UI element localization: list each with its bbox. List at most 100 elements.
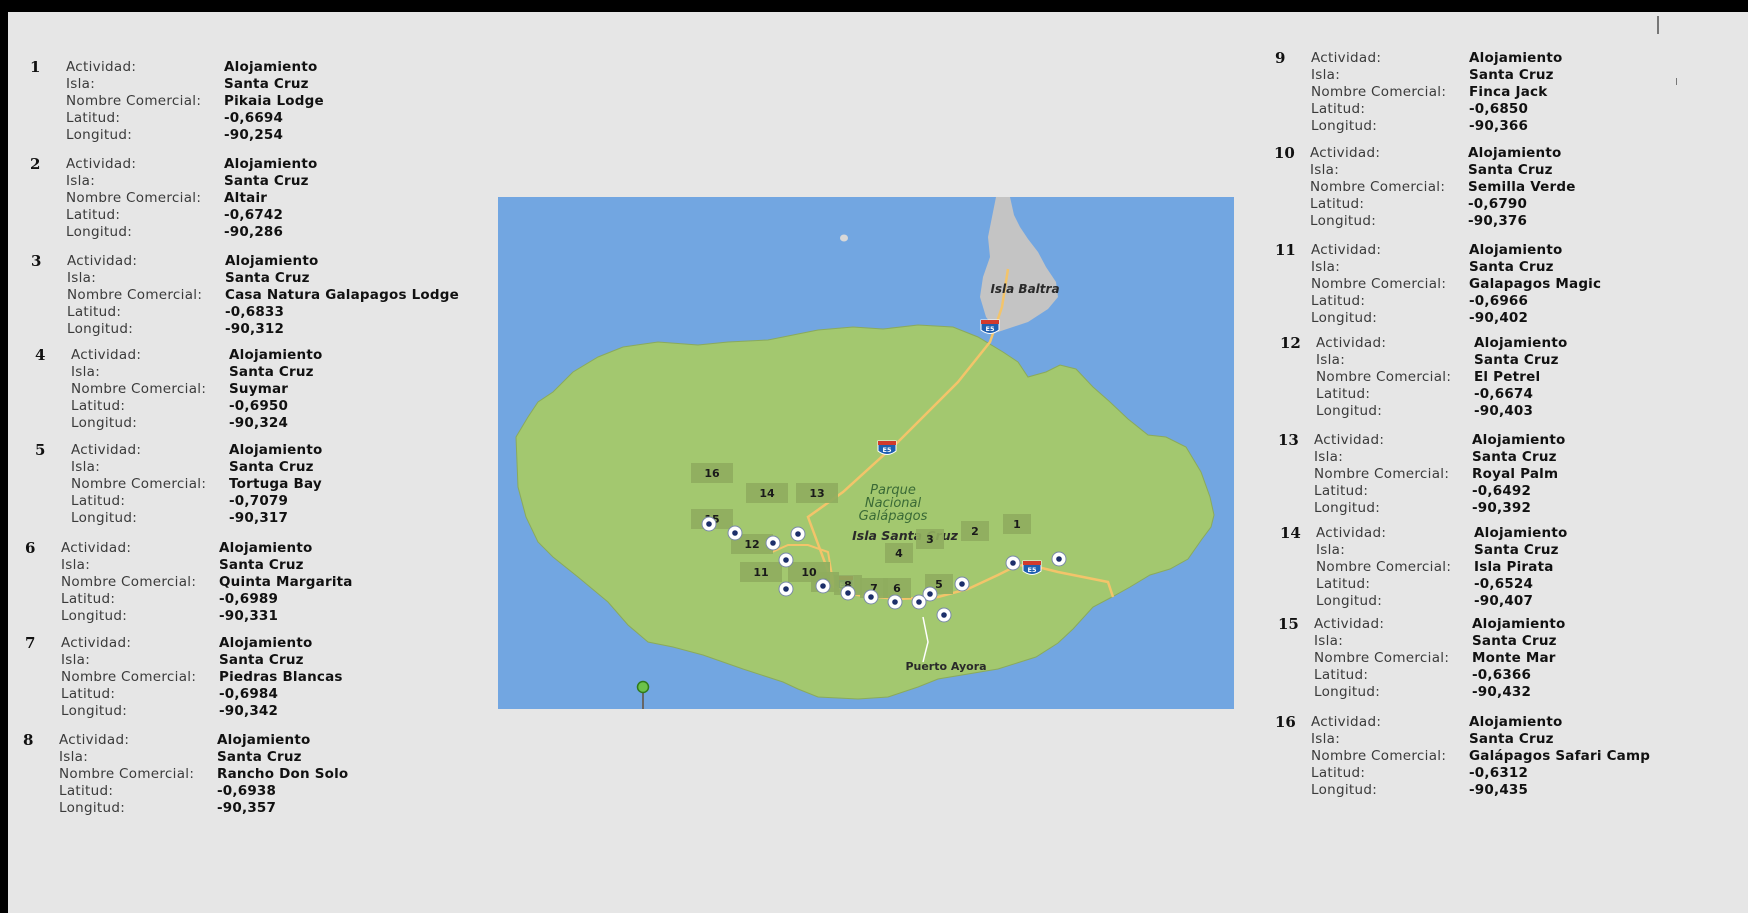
field-label-longitud: Longitud:: [71, 510, 138, 526]
map-marker-icon[interactable]: [765, 535, 781, 551]
field-value-actividad: Alojamiento: [1472, 616, 1566, 632]
map-label-14[interactable]: 14: [746, 483, 788, 503]
map-label-13[interactable]: 13: [796, 483, 838, 503]
field-row-nombre: Nombre Comercial: Rancho Don Solo: [59, 766, 348, 783]
place-card-6: 6 Actividad: Alojamiento Isla: Santa Cruz Nom…: [25, 539, 353, 625]
field-row-actividad: Actividad: Alojamiento: [1311, 242, 1601, 259]
place-card-9: 9 Actividad: Alojamiento Isla: Santa Cruz Nom…: [1275, 49, 1562, 135]
place-number: 11: [1275, 241, 1296, 259]
map[interactable]: E5 E5 E5 E5 Isla Baltra Parque Nacional …: [498, 197, 1234, 709]
map-label-1[interactable]: 1: [1003, 514, 1031, 534]
field-label-nombre: Nombre Comercial:: [61, 574, 197, 590]
field-value-isla: Santa Cruz: [217, 749, 302, 765]
place-number: 1: [30, 58, 41, 76]
field-value-longitud: -90,324: [229, 415, 289, 431]
map-marker-icon[interactable]: [954, 576, 970, 592]
place-number: 16: [1275, 713, 1296, 731]
field-value-isla: Santa Cruz: [1468, 162, 1553, 178]
map-marker-icon[interactable]: [778, 552, 794, 568]
field-label-actividad: Actividad:: [1316, 525, 1387, 541]
field-label-longitud: Longitud:: [66, 127, 133, 143]
map-label-3[interactable]: 3: [916, 529, 944, 549]
field-label-longitud: Longitud:: [1311, 782, 1378, 798]
field-label-longitud: Longitud:: [1310, 213, 1377, 229]
field-value-nombre: Monte Mar: [1472, 650, 1556, 666]
field-label-nombre: Nombre Comercial:: [1314, 650, 1450, 666]
field-value-longitud: -90,407: [1474, 593, 1534, 609]
map-marker-icon[interactable]: [840, 585, 856, 601]
map-marker-icon[interactable]: [727, 525, 743, 541]
field-row-actividad: Actividad: Alojamiento: [67, 253, 459, 270]
field-label-isla: Isla:: [59, 749, 89, 765]
field-value-actividad: Alojamiento: [219, 635, 313, 651]
place-card-4: 4 Actividad: Alojamiento Isla: Santa Cruz Nom…: [35, 346, 322, 432]
field-label-actividad: Actividad:: [71, 347, 142, 363]
highway-shield-label: E5: [986, 325, 995, 333]
stray-mark: [1676, 78, 1677, 85]
field-value-actividad: Alojamiento: [224, 156, 318, 172]
field-label-nombre: Nombre Comercial:: [1311, 84, 1447, 100]
field-row-latitud: Latitud: -0,6950: [71, 398, 322, 415]
field-row-isla: Isla: Santa Cruz: [1316, 542, 1567, 559]
map-marker-icon[interactable]: [778, 581, 794, 597]
field-value-nombre: Finca Jack: [1469, 84, 1548, 100]
field-label-latitud: Latitud:: [59, 783, 114, 799]
field-value-nombre: Tortuga Bay: [229, 476, 322, 492]
field-row-nombre: Nombre Comercial: El Petrel: [1316, 369, 1567, 386]
field-row-isla: Isla: Santa Cruz: [66, 173, 317, 190]
field-row-longitud: Longitud: -90,403: [1316, 403, 1567, 420]
field-row-isla: Isla: Santa Cruz: [67, 270, 459, 287]
field-label-nombre: Nombre Comercial:: [66, 190, 202, 206]
field-value-longitud: -90,317: [229, 510, 289, 526]
map-marker-icon[interactable]: [863, 589, 879, 605]
field-row-latitud: Latitud: -0,6989: [61, 591, 353, 608]
map-label-11[interactable]: 11: [740, 562, 782, 582]
field-row-longitud: Longitud: -90,254: [66, 127, 324, 144]
field-row-isla: Isla: Santa Cruz: [59, 749, 348, 766]
place-number: 7: [25, 634, 36, 652]
field-label-isla: Isla:: [1314, 633, 1344, 649]
map-label-4[interactable]: 4: [885, 543, 913, 563]
place-card-16: 16 Actividad: Alojamiento Isla: Santa Cruz No…: [1275, 713, 1650, 799]
field-value-longitud: -90,286: [224, 224, 284, 240]
field-label-latitud: Latitud:: [66, 207, 121, 223]
field-label-actividad: Actividad:: [61, 635, 132, 651]
map-label-text: 5: [935, 578, 943, 591]
map-marker-icon[interactable]: [815, 578, 831, 594]
map-marker-icon[interactable]: [701, 516, 717, 532]
field-label-isla: Isla:: [1310, 162, 1340, 178]
field-value-isla: Santa Cruz: [1474, 542, 1559, 558]
field-value-latitud: -0,6366: [1472, 667, 1532, 683]
field-row-longitud: Longitud: -90,376: [1310, 213, 1576, 230]
field-value-longitud: -90,342: [219, 703, 279, 719]
place-card-7: 7 Actividad: Alojamiento Isla: Santa Cruz Nom…: [25, 634, 343, 720]
map-marker-icon[interactable]: [1005, 555, 1021, 571]
place-card-12: 12 Actividad: Alojamiento Isla: Santa Cruz No…: [1280, 334, 1567, 420]
map-marker-icon[interactable]: [1051, 551, 1067, 567]
field-row-isla: Isla: Santa Cruz: [61, 652, 343, 669]
field-row-nombre: Nombre Comercial: Galapagos Magic: [1311, 276, 1601, 293]
map-label-16[interactable]: 16: [691, 463, 733, 483]
field-label-isla: Isla:: [61, 557, 91, 573]
field-label-latitud: Latitud:: [66, 110, 121, 126]
field-row-latitud: Latitud: -0,6833: [67, 304, 459, 321]
map-marker-icon[interactable]: [936, 607, 952, 623]
map-marker-icon[interactable]: [911, 594, 927, 610]
map-marker-icon[interactable]: [790, 526, 806, 542]
field-value-actividad: Alojamiento: [225, 253, 319, 269]
field-value-actividad: Alojamiento: [1469, 714, 1563, 730]
place-card-13: 13 Actividad: Alojamiento Isla: Santa Cruz No…: [1278, 431, 1565, 517]
place-number: 15: [1278, 615, 1299, 633]
field-label-nombre: Nombre Comercial:: [71, 381, 207, 397]
map-label-2[interactable]: 2: [961, 521, 989, 541]
place-card-8: 8 Actividad: Alojamiento Isla: Santa Cruz Nom…: [23, 731, 348, 817]
map-marker-icon[interactable]: [887, 594, 903, 610]
field-row-isla: Isla: Santa Cruz: [1311, 731, 1650, 748]
field-row-longitud: Longitud: -90,392: [1314, 500, 1565, 517]
field-value-isla: Santa Cruz: [219, 652, 304, 668]
field-label-isla: Isla:: [1314, 449, 1344, 465]
field-value-actividad: Alojamiento: [219, 540, 313, 556]
place-card-3: 3 Actividad: Alojamiento Isla: Santa Cruz Nom…: [31, 252, 459, 338]
field-value-isla: Santa Cruz: [1469, 67, 1554, 83]
field-value-isla: Santa Cruz: [225, 270, 310, 286]
